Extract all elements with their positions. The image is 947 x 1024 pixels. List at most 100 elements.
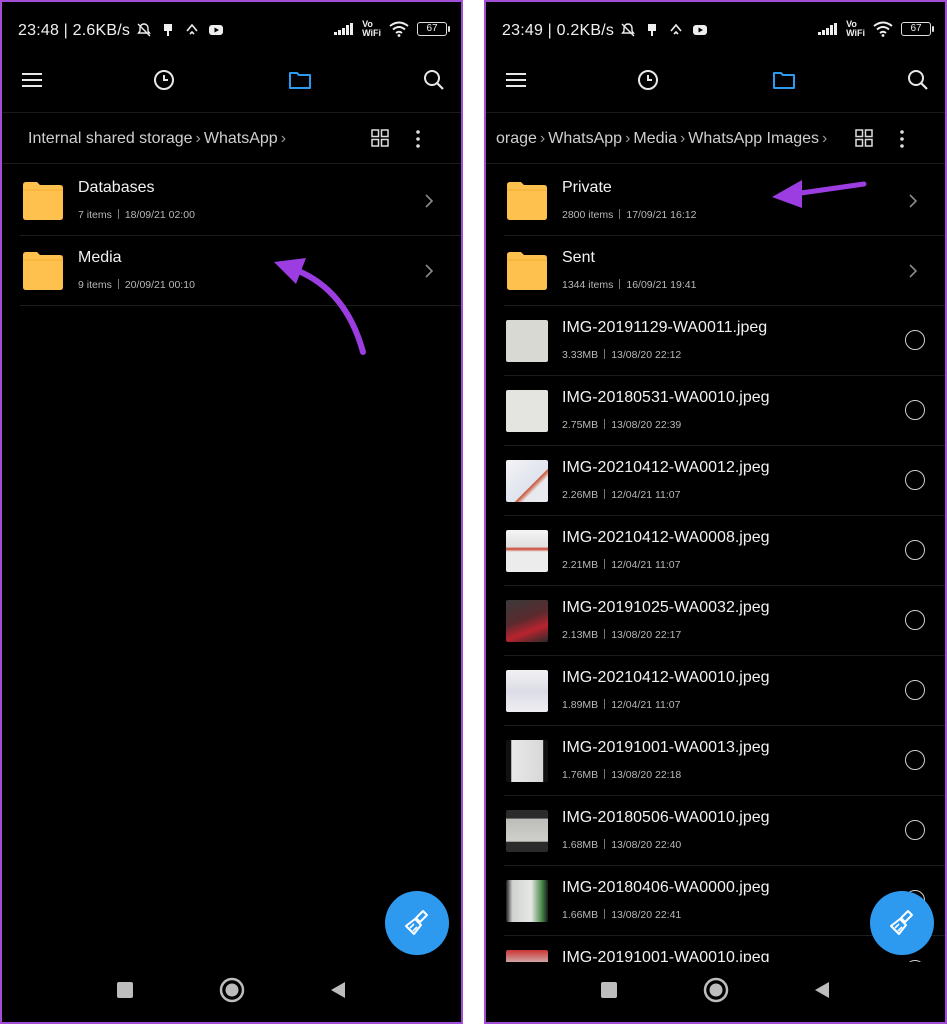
system-navbar <box>486 962 945 1022</box>
file-size: 3.33MB <box>562 349 599 361</box>
meta-divider <box>619 279 621 289</box>
select-radio[interactable] <box>905 750 925 770</box>
vowifi-indicator: Vo WiFi <box>362 20 381 38</box>
breadcrumb-item[interactable]: WhatsApp <box>548 130 622 147</box>
select-radio[interactable] <box>905 400 925 420</box>
file-row[interactable]: IMG-20180531-WA0010.jpeg 2.75MB 13/08/20 … <box>504 376 945 446</box>
file-meta: 2.75MB 13/08/20 22:39 <box>562 419 681 431</box>
file-row[interactable]: IMG-20210412-WA0010.jpeg 1.89MB 12/04/21 … <box>504 656 945 726</box>
modified-date: 12/04/21 11:07 <box>611 489 681 501</box>
item-count: 1344 items <box>562 279 614 291</box>
meta-divider <box>604 839 606 849</box>
image-thumbnail <box>506 390 548 432</box>
image-thumbnail <box>506 740 548 782</box>
file-meta: 1.89MB 12/04/21 11:07 <box>562 699 680 711</box>
modified-date: 13/08/20 22:12 <box>611 349 682 361</box>
file-name: IMG-20180506-WA0010.jpeg <box>562 809 770 826</box>
select-radio[interactable] <box>905 540 925 560</box>
chevron-right-icon <box>425 264 434 278</box>
folder-tab-icon[interactable] <box>286 66 314 94</box>
more-vertical-icon[interactable] <box>408 128 428 150</box>
folder-name: Media <box>78 249 122 266</box>
chevron-right-icon <box>425 194 434 208</box>
image-thumbnail <box>506 460 548 502</box>
meta-divider <box>117 209 119 219</box>
file-name: IMG-20191129-WA0011.jpeg <box>562 319 768 336</box>
bell-off-icon <box>621 23 635 37</box>
select-radio[interactable] <box>905 470 925 490</box>
file-row[interactable]: IMG-20180506-WA0010.jpeg 1.68MB 13/08/20 … <box>504 796 945 866</box>
signal-icon <box>334 23 354 35</box>
select-radio[interactable] <box>905 610 925 630</box>
folder-tab-icon[interactable] <box>770 66 798 94</box>
search-icon[interactable] <box>420 66 448 94</box>
folder-row-sent[interactable]: Sent 1344 items 16/09/21 19:41 <box>504 236 945 306</box>
broom-clean-icon <box>890 910 913 935</box>
item-count: 9 items <box>78 279 112 291</box>
select-radio[interactable] <box>905 680 925 700</box>
back-triangle-icon[interactable] <box>328 980 348 1000</box>
folder-icon <box>23 182 63 220</box>
chevron-right-icon <box>909 264 918 278</box>
breadcrumb-separator: › <box>195 130 201 147</box>
youtube-icon <box>693 25 707 35</box>
breadcrumb-item[interactable]: WhatsApp Images <box>688 130 819 147</box>
status-right: Vo WiFi 67 <box>334 20 450 38</box>
status-bar: 23:49 | 0.2KB/s Vo WiFi 67 <box>486 2 945 60</box>
back-triangle-icon[interactable] <box>812 980 832 1000</box>
search-icon[interactable] <box>904 66 932 94</box>
clean-fab-button[interactable] <box>870 891 934 955</box>
grid-view-icon[interactable] <box>854 128 874 148</box>
modified-date: 12/04/21 11:07 <box>611 559 681 571</box>
file-size: 1.66MB <box>562 909 599 921</box>
clean-fab-button[interactable] <box>385 891 449 955</box>
more-vertical-icon[interactable] <box>892 128 912 150</box>
grid-view-icon[interactable] <box>370 128 390 148</box>
breadcrumb-item[interactable]: WhatsApp <box>204 130 278 147</box>
recents-square-icon[interactable] <box>115 980 135 1000</box>
breadcrumb-item[interactable]: Internal shared storage <box>28 130 193 147</box>
nfc-icon <box>186 23 198 35</box>
file-name: IMG-20191025-WA0032.jpeg <box>562 599 770 616</box>
image-thumbnail <box>506 810 548 852</box>
folder-name: Sent <box>562 249 595 266</box>
breadcrumb-separator: › <box>280 130 287 147</box>
folder-row-databases[interactable]: Databases 7 items 18/09/21 02:00 <box>20 166 461 236</box>
item-count: 2800 items <box>562 209 614 221</box>
folder-meta: 7 items 18/09/21 02:00 <box>78 209 195 221</box>
folder-row-media[interactable]: Media 9 items 20/09/21 00:10 <box>20 236 461 306</box>
file-row[interactable]: IMG-20191001-WA0013.jpeg 1.76MB 13/08/20 … <box>504 726 945 796</box>
modified-date: 17/09/21 16:12 <box>626 209 697 221</box>
file-row[interactable]: IMG-20191129-WA0011.jpeg 3.33MB 13/08/20 … <box>504 306 945 376</box>
file-size: 1.89MB <box>562 699 599 711</box>
file-row[interactable]: IMG-20210412-WA0012.jpeg 2.26MB 12/04/21 … <box>504 446 945 516</box>
file-row[interactable]: IMG-20191025-WA0032.jpeg 2.13MB 13/08/20 … <box>504 586 945 656</box>
folder-row-private[interactable]: Private 2800 items 17/09/21 16:12 <box>504 166 945 236</box>
chevron-right-icon <box>909 194 918 208</box>
breadcrumb-item[interactable]: orage <box>496 130 537 147</box>
file-meta: 2.26MB 12/04/21 11:07 <box>562 489 680 501</box>
system-navbar <box>2 962 461 1022</box>
home-circle-icon[interactable] <box>702 976 730 1004</box>
breadcrumb-item[interactable]: Media <box>633 130 677 147</box>
file-name: IMG-20210412-WA0012.jpeg <box>562 459 770 476</box>
breadcrumb-row: orage › WhatsApp › Media › WhatsApp Images › <box>486 112 945 164</box>
clock-icon[interactable] <box>634 66 662 94</box>
menu-icon[interactable] <box>18 66 46 94</box>
file-row[interactable]: IMG-20210412-WA0008.jpeg 2.21MB 12/04/21 … <box>504 516 945 586</box>
modified-date: 13/08/20 22:40 <box>611 839 682 851</box>
select-radio[interactable] <box>905 330 925 350</box>
folder-icon <box>507 252 547 290</box>
file-meta: 1.76MB 13/08/20 22:18 <box>562 769 681 781</box>
file-name: IMG-20180406-WA0000.jpeg <box>562 879 770 896</box>
signal-icon <box>818 23 838 35</box>
clock-icon[interactable] <box>150 66 178 94</box>
battery-indicator: 67 <box>417 22 450 36</box>
folder-icon <box>507 182 547 220</box>
menu-icon[interactable] <box>502 66 530 94</box>
recents-square-icon[interactable] <box>599 980 619 1000</box>
folder-icon <box>23 252 63 290</box>
home-circle-icon[interactable] <box>218 976 246 1004</box>
usb-icon <box>648 24 656 36</box>
select-radio[interactable] <box>905 820 925 840</box>
